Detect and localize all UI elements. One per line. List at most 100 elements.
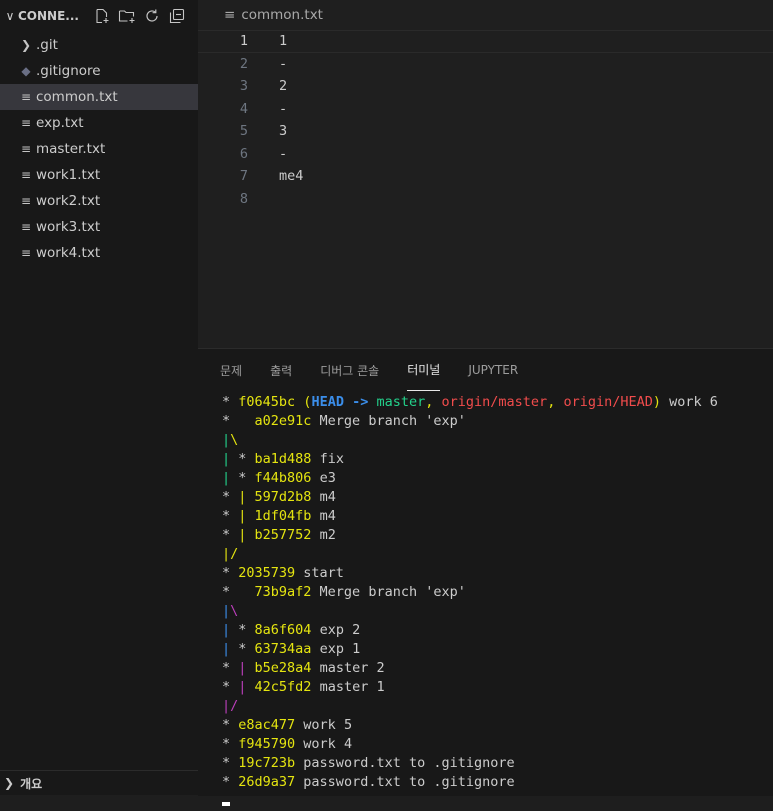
terminal-output[interactable]: * f0645bc (HEAD -> master, origin/master… bbox=[222, 393, 773, 811]
terminal-segment: * bbox=[222, 489, 239, 505]
breadcrumb-filename[interactable]: common.txt bbox=[241, 7, 323, 23]
terminal-line: * | 597d2b8 m4 bbox=[222, 488, 773, 507]
terminal-segment: * bbox=[222, 774, 239, 790]
terminal-line: * | b5e28a4 master 2 bbox=[222, 659, 773, 678]
code-line[interactable]: 4- bbox=[198, 98, 773, 121]
terminal-segment: * bbox=[222, 527, 239, 543]
terminal-segment: e8ac477 bbox=[238, 717, 296, 733]
terminal-line: |/ bbox=[222, 697, 773, 716]
terminal-line: * e8ac477 work 5 bbox=[222, 716, 773, 735]
tree-item-label: master.txt bbox=[36, 141, 106, 157]
terminal-segment: HEAD -> bbox=[311, 394, 377, 410]
terminal-segment: , bbox=[547, 394, 564, 410]
terminal-segment: | bbox=[222, 603, 231, 619]
code-line[interactable]: 8 bbox=[198, 188, 773, 211]
explorer-header[interactable]: ∨ CONNE... bbox=[0, 0, 198, 32]
text-file-icon: ≡ bbox=[20, 142, 32, 156]
tree-item-label: work2.txt bbox=[36, 193, 101, 209]
terminal-line: | * f44b806 e3 bbox=[222, 469, 773, 488]
terminal-segment: \ bbox=[230, 432, 239, 448]
code-line[interactable]: 53 bbox=[198, 120, 773, 143]
code-line[interactable]: 6- bbox=[198, 143, 773, 166]
folder-title[interactable]: CONNE... bbox=[18, 9, 82, 23]
code-line[interactable]: 2- bbox=[198, 53, 773, 76]
terminal-segment: ba1d488 bbox=[254, 451, 312, 467]
editor-area: ≡ common.txt 1 1 2-3 2 4-5 3 6-7 me4 8 bbox=[198, 0, 773, 348]
text-file-icon: ≡ bbox=[20, 246, 32, 260]
tree-item-exp-txt[interactable]: ≡ exp.txt bbox=[0, 110, 198, 136]
code-line[interactable]: 32 bbox=[198, 75, 773, 98]
terminal-line: | * 63734aa exp 1 bbox=[222, 640, 773, 659]
terminal-segment: f44b806 bbox=[254, 470, 312, 486]
tree-item-label: work4.txt bbox=[36, 245, 101, 261]
tree-item-gitignore[interactable]: ◆ .gitignore bbox=[0, 58, 198, 84]
explorer-actions bbox=[92, 6, 187, 26]
tree-item-master-txt[interactable]: ≡ master.txt bbox=[0, 136, 198, 162]
terminal-segment: origin/master bbox=[441, 394, 548, 410]
terminal-segment: ) bbox=[652, 394, 661, 410]
line-text: 3 bbox=[279, 123, 288, 140]
tree-item-work4-txt[interactable]: ≡ work4.txt bbox=[0, 240, 198, 266]
terminal-segment: exp 1 bbox=[311, 641, 361, 657]
terminal-segment: | bbox=[238, 508, 255, 524]
code-line[interactable]: 11 bbox=[198, 30, 773, 53]
collapse-all-icon[interactable] bbox=[167, 6, 187, 26]
tab-output[interactable]: 출력 bbox=[270, 349, 292, 391]
chevron-down-icon[interactable]: ∨ bbox=[2, 9, 18, 23]
tree-item-work1-txt[interactable]: ≡ work1.txt bbox=[0, 162, 198, 188]
terminal-segment: origin/HEAD bbox=[563, 394, 653, 410]
terminal-segment: ( bbox=[295, 394, 312, 410]
terminal-segment: 63734aa bbox=[254, 641, 312, 657]
refresh-icon[interactable] bbox=[142, 6, 162, 26]
terminal-segment: exp 2 bbox=[311, 622, 361, 638]
line-number: 1 bbox=[239, 33, 248, 50]
terminal-segment: |/ bbox=[222, 546, 239, 562]
tab-problems[interactable]: 문제 bbox=[220, 349, 242, 391]
terminal-segment: * bbox=[222, 565, 239, 581]
tree-item-work3-txt[interactable]: ≡ work3.txt bbox=[0, 214, 198, 240]
tree-item-common-txt[interactable]: ≡ common.txt bbox=[0, 84, 198, 110]
terminal-segment: start bbox=[295, 565, 344, 581]
chevron-right-icon: ❯ bbox=[20, 38, 32, 52]
tab-jupyter[interactable]: JUPYTER bbox=[468, 349, 518, 391]
sidebar-footer: ❯ 개요 bbox=[0, 770, 198, 795]
terminal-segment: f945790 bbox=[238, 736, 296, 752]
terminal-segment: Merge branch 'exp' bbox=[311, 584, 466, 600]
tree-item-git-folder[interactable]: ❯ .git bbox=[0, 32, 198, 58]
terminal-segment: master bbox=[376, 394, 426, 410]
terminal-line: | * 8a6f604 exp 2 bbox=[222, 621, 773, 640]
breadcrumb[interactable]: ≡ common.txt bbox=[198, 0, 773, 30]
terminal-segment: | bbox=[222, 432, 231, 448]
git-diamond-icon: ◆ bbox=[21, 64, 31, 78]
terminal-line: * | 1df04fb m4 bbox=[222, 507, 773, 526]
terminal-segment: * bbox=[222, 584, 255, 600]
new-folder-icon[interactable] bbox=[117, 6, 137, 26]
terminal-segment: a02e91c bbox=[254, 413, 312, 429]
code-line[interactable]: 7 me4 bbox=[198, 165, 773, 188]
line-text: - bbox=[279, 100, 288, 117]
terminal-line: * f945790 work 4 bbox=[222, 735, 773, 754]
chevron-right-icon: ❯ bbox=[4, 776, 15, 790]
terminal-line: * 2035739 start bbox=[222, 564, 773, 583]
tree-item-label: common.txt bbox=[36, 89, 118, 105]
terminal-segment: * bbox=[222, 679, 239, 695]
terminal-line: |/ bbox=[222, 545, 773, 564]
terminal-line: * 26d9a37 password.txt to .gitignore bbox=[222, 773, 773, 792]
terminal-segment: 8a6f604 bbox=[254, 622, 312, 638]
line-text: 2 bbox=[279, 78, 288, 95]
terminal-line: |\ bbox=[222, 431, 773, 450]
terminal-segment: | bbox=[222, 622, 239, 638]
tab-debug-console[interactable]: 디버그 콘솔 bbox=[320, 349, 379, 391]
code-lines[interactable]: 1 1 2-3 2 4-5 3 6-7 me4 8 bbox=[198, 30, 773, 210]
terminal-segment: work 6 bbox=[661, 394, 718, 410]
tab-terminal[interactable]: 터미널 bbox=[407, 349, 441, 391]
outline-section-header[interactable]: ❯ 개요 bbox=[0, 770, 198, 795]
bottom-panel: 문제 출력 디버그 콘솔 터미널 JUPYTER * f0645bc (HEAD… bbox=[198, 348, 773, 806]
tree-item-work2-txt[interactable]: ≡ work2.txt bbox=[0, 188, 198, 214]
terminal-segment: | bbox=[222, 451, 239, 467]
tree-item-label: exp.txt bbox=[36, 115, 84, 131]
terminal-segment: m4 bbox=[311, 489, 336, 505]
terminal-segment: f0645bc bbox=[238, 394, 296, 410]
new-file-icon[interactable] bbox=[92, 6, 112, 26]
terminal-segment: work 5 bbox=[295, 717, 353, 733]
